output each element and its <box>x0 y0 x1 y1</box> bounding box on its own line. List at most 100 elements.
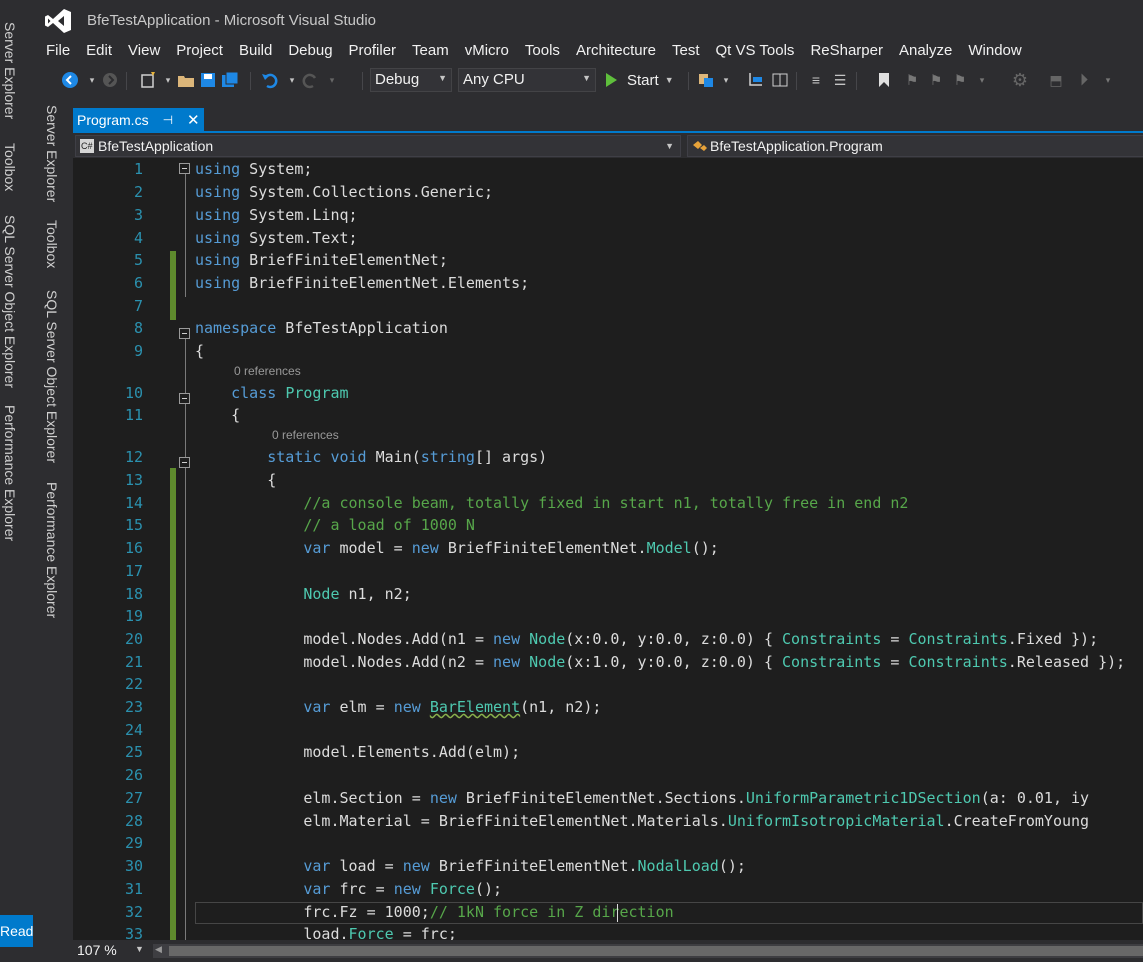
code-line[interactable]: 31 var frc = new Force(); <box>73 878 1143 900</box>
fold-namespace-icon[interactable] <box>179 328 190 339</box>
code-line[interactable]: 29 <box>73 832 1143 854</box>
code-line[interactable]: 20 model.Nodes.Add(n1 = new Node(x:0.0, … <box>73 628 1143 650</box>
menu-item-build[interactable]: Build <box>233 40 278 64</box>
code-line[interactable]: 25 model.Elements.Add(elm); <box>73 741 1143 763</box>
solution-configuration-select[interactable]: Debug ▼ <box>370 68 452 92</box>
next-bookmark-icon[interactable]: ⚑ <box>926 70 946 90</box>
run-circle-icon[interactable]: ⏵ <box>1074 70 1094 90</box>
side-tab-sql-server-object-explorer[interactable]: SQL Server Object Explorer <box>2 215 18 388</box>
side-tab-performance-explorer[interactable]: Performance Explorer <box>2 405 18 541</box>
comment-lines-icon[interactable]: ≡ <box>806 70 826 90</box>
code-line[interactable]: 10 class Program <box>73 382 1143 404</box>
horizontal-scrollbar-thumb[interactable] <box>169 946 1143 956</box>
back-dropdown-icon[interactable]: ▾ <box>82 70 102 90</box>
menu-item-team[interactable]: Team <box>406 40 455 64</box>
code-line[interactable]: 9{ <box>73 340 1143 362</box>
fold-using-icon[interactable] <box>179 163 190 174</box>
code-line[interactable]: 33 load.Force = frc; <box>73 923 1143 940</box>
side-tab-toolbox[interactable]: Toolbox <box>2 143 18 191</box>
menu-item-resharper[interactable]: ReSharper <box>804 40 889 64</box>
code-line[interactable]: 17 <box>73 560 1143 582</box>
menu-item-profiler[interactable]: Profiler <box>343 40 403 64</box>
clear-bookmarks-icon[interactable]: ⚑ <box>950 70 970 90</box>
code-line[interactable]: 32 frc.Fz = 1000;// 1kN force in Z direc… <box>73 901 1143 923</box>
code-line[interactable]: 23 var elm = new BarElement(n1, n2); <box>73 696 1143 718</box>
menu-item-file[interactable]: File <box>40 40 76 64</box>
side-tab-inner-sql-server-object-explorer[interactable]: SQL Server Object Explorer <box>44 290 60 463</box>
side-tab-inner-toolbox[interactable]: Toolbox <box>44 220 60 268</box>
code-line[interactable]: 28 elm.Material = BriefFiniteElementNet.… <box>73 810 1143 832</box>
code-line[interactable]: 18 Node n1, n2; <box>73 583 1143 605</box>
code-editor[interactable]: 1 using System; 2 using System.Collections.… <box>73 158 1143 940</box>
codelens-class-references[interactable]: 0 references <box>234 364 301 378</box>
menu-item-analyze[interactable]: Analyze <box>893 40 958 64</box>
pin-icon[interactable]: ⊣ <box>163 113 173 127</box>
code-line[interactable]: 11 { <box>73 404 1143 426</box>
solution-platform-select[interactable]: Any CPU ▼ <box>458 68 596 92</box>
menu-item-vmicro[interactable]: vMicro <box>459 40 515 64</box>
codelens-main-references[interactable]: 0 references <box>272 428 339 442</box>
code-line[interactable]: 3 using System.Linq; <box>73 204 1143 226</box>
save-icon[interactable] <box>198 70 218 90</box>
side-tab-server-explorer[interactable]: Server Explorer <box>2 22 18 119</box>
menu-item-qt-vs-tools[interactable]: Qt VS Tools <box>710 40 801 64</box>
code-line[interactable]: 26 <box>73 764 1143 786</box>
code-line[interactable]: 12 static void Main(string[] args) <box>73 446 1143 468</box>
menu-item-architecture[interactable]: Architecture <box>570 40 662 64</box>
code-line[interactable]: 2 using System.Collections.Generic; <box>73 181 1143 203</box>
step-into-icon[interactable] <box>746 70 766 90</box>
new-dropdown-icon[interactable]: ▾ <box>158 70 178 90</box>
menu-item-project[interactable]: Project <box>170 40 229 64</box>
code-line[interactable]: 16 var model = new BriefFiniteElementNet… <box>73 537 1143 559</box>
menu-item-edit[interactable]: Edit <box>80 40 118 64</box>
close-icon[interactable]: ✕ <box>187 111 200 129</box>
menu-item-debug[interactable]: Debug <box>282 40 338 64</box>
side-tab-inner-performance-explorer[interactable]: Performance Explorer <box>44 482 60 618</box>
save-all-icon[interactable] <box>220 70 240 90</box>
new-project-icon[interactable] <box>138 70 158 90</box>
navigate-forward-icon[interactable] <box>100 70 120 90</box>
undo-icon[interactable] <box>260 70 280 90</box>
code-line[interactable]: 5 using BriefFiniteElementNet; <box>73 249 1143 271</box>
code-line[interactable]: 15 // a load of 1000 N <box>73 514 1143 536</box>
menu-item-window[interactable]: Window <box>962 40 1027 64</box>
fold-class-icon[interactable] <box>179 393 190 404</box>
start-debugging-button[interactable]: Start ▼ <box>606 69 674 91</box>
scroll-left-icon[interactable]: ◀ <box>155 944 162 955</box>
code-line[interactable]: 1 using System; <box>73 158 1143 180</box>
code-line[interactable]: 13 { <box>73 469 1143 491</box>
menu-item-tools[interactable]: Tools <box>519 40 566 64</box>
code-line[interactable]: 6 using BriefFiniteElementNet.Elements; <box>73 272 1143 294</box>
code-line[interactable]: 7 <box>73 295 1143 317</box>
redo-icon[interactable] <box>300 70 320 90</box>
fold-method-icon[interactable] <box>179 457 190 468</box>
side-tab-inner-server-explorer[interactable]: Server Explorer <box>44 105 60 202</box>
dropdown-icon[interactable]: ▾ <box>972 70 992 90</box>
code-line[interactable]: 22 <box>73 673 1143 695</box>
deploy-icon[interactable]: ⬒ <box>1046 70 1066 90</box>
document-tab-program-cs[interactable]: Program.cs ⊣ ✕ <box>73 108 204 131</box>
dropdown-icon[interactable]: ▾ <box>716 70 736 90</box>
redo-dropdown-icon[interactable]: ▾ <box>322 70 342 90</box>
chevron-down-icon[interactable]: ▼ <box>135 944 144 954</box>
dropdown-icon[interactable]: ▾ <box>1098 70 1118 90</box>
code-line[interactable]: 24 <box>73 719 1143 741</box>
bookmark-icon[interactable] <box>874 70 894 90</box>
type-dropdown[interactable]: BfeTestApplication.Program <box>687 135 1143 157</box>
code-line[interactable]: 8 namespace BfeTestApplication <box>73 317 1143 339</box>
open-file-icon[interactable] <box>176 70 196 90</box>
step-over-icon[interactable] <box>770 70 790 90</box>
previous-bookmark-icon[interactable]: ⚑ <box>902 70 922 90</box>
undo-dropdown-icon[interactable]: ▾ <box>282 70 302 90</box>
menu-item-test[interactable]: Test <box>666 40 706 64</box>
code-line[interactable]: 19 <box>73 605 1143 627</box>
uncomment-lines-icon[interactable]: ☰ <box>830 70 850 90</box>
code-line[interactable]: 4 using System.Text; <box>73 227 1143 249</box>
zoom-level[interactable]: 107 % <box>77 942 117 958</box>
menu-item-view[interactable]: View <box>122 40 166 64</box>
code-line[interactable]: 14 //a console beam, totally fixed in st… <box>73 492 1143 514</box>
browser-link-icon[interactable] <box>696 70 716 90</box>
navigate-back-icon[interactable] <box>60 70 80 90</box>
code-line[interactable]: 21 model.Nodes.Add(n2 = new Node(x:1.0, … <box>73 651 1143 673</box>
project-dropdown[interactable]: C# BfeTestApplication ▼ <box>75 135 681 157</box>
